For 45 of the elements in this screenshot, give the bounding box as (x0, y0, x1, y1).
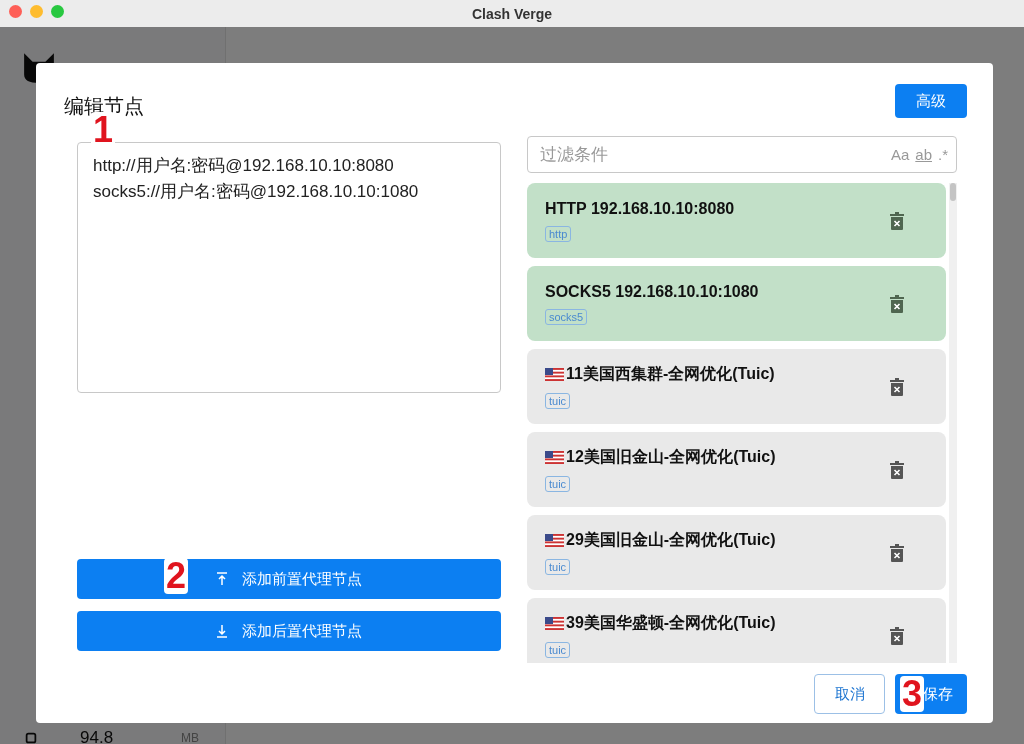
filter-option-toggle[interactable]: Aa (890, 146, 910, 163)
node-card[interactable]: 11美国西集群-全网优化(Tuic) tuic (527, 349, 946, 424)
delete-icon[interactable] (890, 211, 904, 230)
node-card[interactable]: HTTP 192.168.10.10:8080 http (527, 183, 946, 258)
append-node-button[interactable]: 添加后置代理节点 (77, 611, 501, 651)
delete-icon[interactable] (890, 460, 904, 479)
filter-option-toggle[interactable]: .* (938, 146, 948, 163)
node-name: 39美国华盛顿-全网优化(Tuic) (566, 613, 776, 633)
flag-icon (545, 617, 564, 630)
node-name: SOCKS5 192.168.10.10:1080 (545, 282, 759, 301)
delete-icon[interactable] (890, 377, 904, 396)
memory-value: 94.8 (80, 728, 114, 744)
delete-icon[interactable] (890, 294, 904, 313)
download-icon (216, 624, 228, 638)
chip-icon (24, 731, 38, 744)
node-card[interactable]: 29美国旧金山-全网优化(Tuic) tuic (527, 515, 946, 590)
node-name: 11美国西集群-全网优化(Tuic) (566, 364, 775, 384)
node-name: 29美国旧金山-全网优化(Tuic) (566, 530, 776, 550)
node-name: HTTP 192.168.10.10:8080 (545, 199, 735, 218)
step-number: 3 (900, 676, 925, 712)
cancel-button[interactable]: 取消 (814, 674, 885, 714)
filter-option-toggle[interactable]: ab (915, 146, 932, 163)
delete-icon[interactable] (890, 626, 904, 645)
node-type-tag: tuic (545, 642, 571, 658)
filter-field[interactable]: 过滤条件 Aa ab .* (527, 136, 957, 173)
node-type-tag: socks5 (545, 308, 588, 325)
node-card[interactable]: 39美国华盛顿-全网优化(Tuic) tuic (527, 598, 946, 663)
node-type-tag: tuic (545, 393, 571, 409)
node-card[interactable]: 12美国旧金山-全网优化(Tuic) tuic (527, 432, 946, 507)
flag-icon (545, 451, 564, 464)
close-button[interactable] (9, 5, 22, 18)
advanced-button[interactable]: 高级 (895, 84, 967, 118)
flag-icon (545, 534, 564, 547)
node-card[interactable]: SOCKS5 192.168.10.10:1080 socks5 (527, 266, 946, 341)
flag-icon (545, 368, 564, 381)
editor-field[interactable]: http://用户名:密码@192.168.10.10:8080 socks5://用户名:密码@192.168.10.10:1080 (77, 142, 501, 393)
upload-icon (216, 572, 228, 586)
node-type-tag: tuic (545, 559, 571, 575)
node-type-tag: tuic (545, 476, 571, 492)
scrollbar-thumb[interactable] (950, 183, 956, 201)
window-title: Clash Verge (471, 5, 553, 22)
delete-icon[interactable] (890, 543, 904, 562)
node-name: 12美国旧金山-全网优化(Tuic) (566, 447, 776, 467)
step-number: 2 (164, 558, 189, 594)
node-type-tag: http (545, 225, 572, 242)
